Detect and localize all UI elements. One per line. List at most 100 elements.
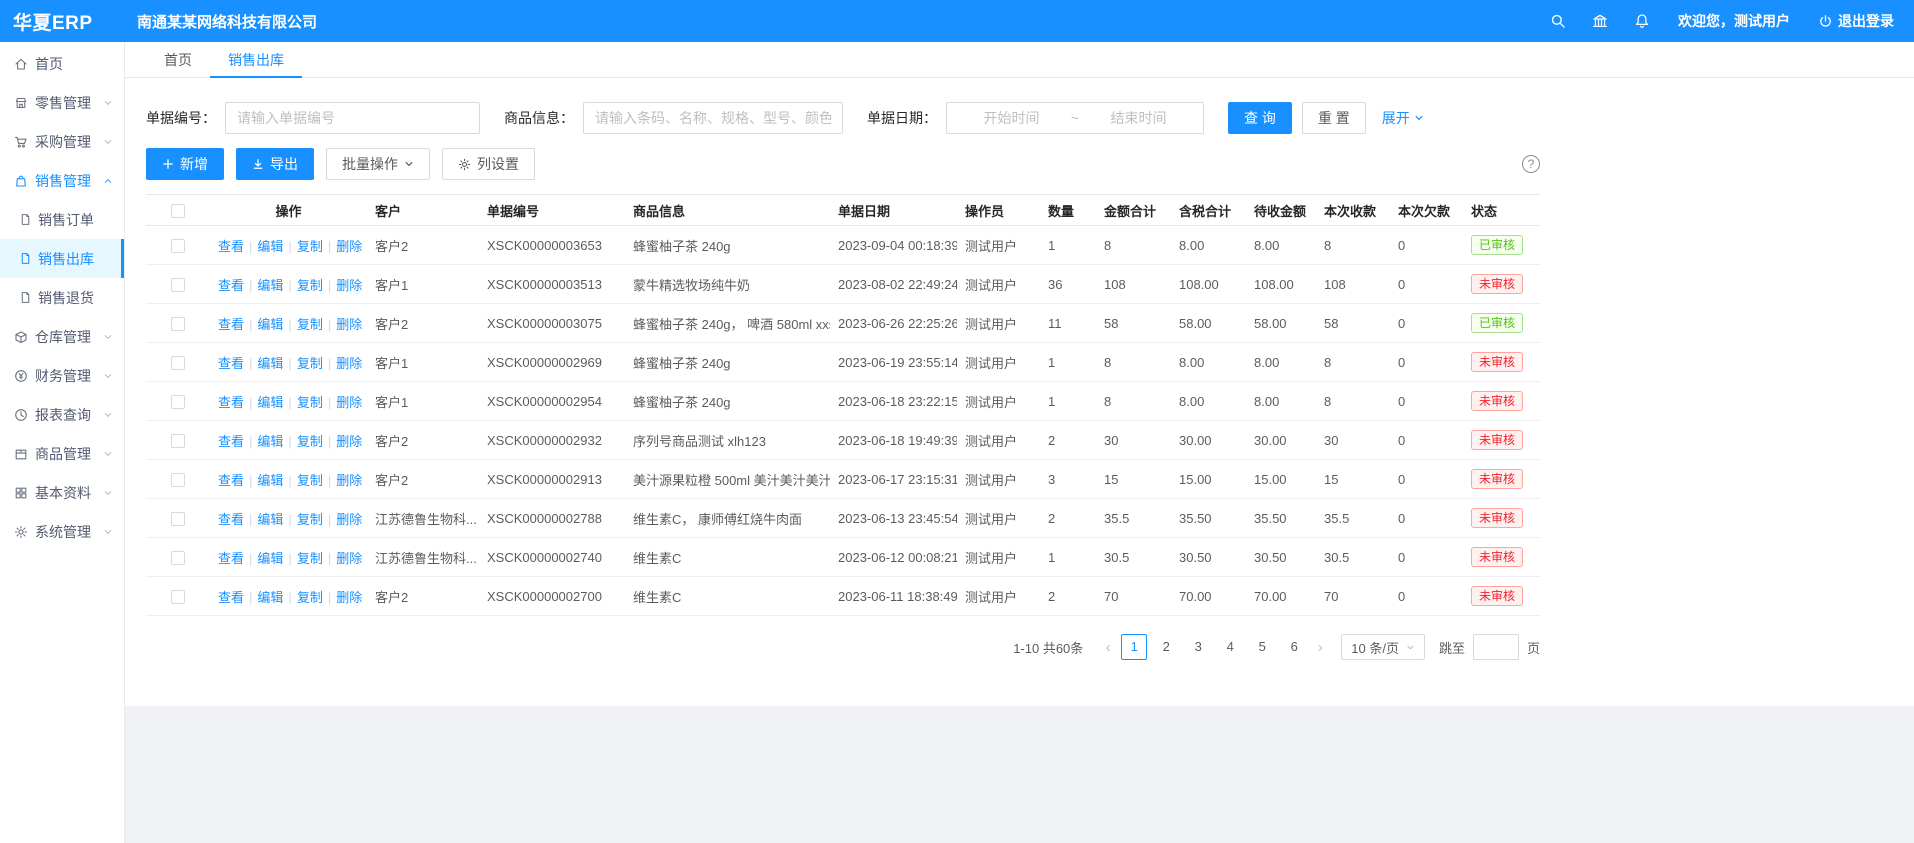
row-action-view[interactable]: 查看 [218,278,244,293]
row-checkbox[interactable] [171,434,185,448]
row-action-view[interactable]: 查看 [218,590,244,605]
export-button[interactable]: 导出 [236,148,314,180]
product-info-input[interactable] [583,102,843,134]
row-action-copy[interactable]: 复制 [297,395,323,410]
row-checkbox[interactable] [171,551,185,565]
page-button-3[interactable]: 3 [1185,634,1211,660]
sidebar-item-6[interactable]: 报表查询 [0,395,124,434]
row-action-view[interactable]: 查看 [218,551,244,566]
page-button-5[interactable]: 5 [1249,634,1275,660]
cell-tax-total: 35.50 [1171,499,1246,538]
reset-button[interactable]: 重 置 [1302,102,1366,134]
sidebar-subitem[interactable]: 销售退货 [0,278,124,317]
sidebar-item-0[interactable]: 首页 [0,44,124,83]
row-checkbox-cell [146,382,210,421]
search-icon[interactable] [1550,13,1566,29]
row-checkbox[interactable] [171,473,185,487]
row-checkbox[interactable] [171,590,185,604]
row-action-copy[interactable]: 复制 [297,278,323,293]
row-action-edit[interactable]: 编辑 [257,395,283,410]
next-page-button[interactable]: › [1309,639,1331,656]
row-action-edit[interactable]: 编辑 [257,356,283,371]
row-checkbox[interactable] [171,278,185,292]
action-separator: | [328,590,331,605]
chevron-down-icon [103,449,113,459]
page-button-2[interactable]: 2 [1153,634,1179,660]
platform-bank-icon[interactable] [1592,13,1608,29]
row-action-view[interactable]: 查看 [218,434,244,449]
row-action-delete[interactable]: 删除 [336,473,362,488]
page-button-6[interactable]: 6 [1281,634,1307,660]
sidebar-item-1[interactable]: 零售管理 [0,83,124,122]
select-all-checkbox[interactable] [171,204,185,218]
sidebar-item-2[interactable]: 采购管理 [0,122,124,161]
row-action-copy[interactable]: 复制 [297,317,323,332]
row-action-delete[interactable]: 删除 [336,317,362,332]
sidebar-subitem[interactable]: 销售订单 [0,200,124,239]
row-action-view[interactable]: 查看 [218,512,244,527]
row-checkbox[interactable] [171,512,185,526]
row-action-edit[interactable]: 编辑 [257,434,283,449]
row-action-delete[interactable]: 删除 [336,551,362,566]
row-checkbox[interactable] [171,395,185,409]
expand-toggle[interactable]: 展开 [1382,108,1424,128]
row-action-view[interactable]: 查看 [218,356,244,371]
row-action-delete[interactable]: 删除 [336,356,362,371]
page-size-select[interactable]: 10 条/页 [1341,634,1425,660]
row-action-edit[interactable]: 编辑 [257,278,283,293]
sidebar-item-9[interactable]: 系统管理 [0,512,124,551]
row-action-copy[interactable]: 复制 [297,512,323,527]
row-action-edit[interactable]: 编辑 [257,239,283,254]
tab-home[interactable]: 首页 [146,42,210,77]
row-action-view[interactable]: 查看 [218,239,244,254]
date-end-placeholder[interactable]: 结束时间 [1085,108,1192,128]
logout-button[interactable]: 退出登录 [1818,11,1894,31]
date-range-picker[interactable]: 开始时间 ~ 结束时间 [946,102,1204,134]
jump-page-input[interactable] [1473,634,1519,660]
batch-operation-button[interactable]: 批量操作 [326,148,430,180]
row-action-view[interactable]: 查看 [218,473,244,488]
row-checkbox[interactable] [171,356,185,370]
row-action-copy[interactable]: 复制 [297,239,323,254]
cell-operator: 测试用户 [957,304,1040,343]
row-checkbox[interactable] [171,317,185,331]
row-action-view[interactable]: 查看 [218,395,244,410]
row-action-edit[interactable]: 编辑 [257,512,283,527]
page-button-4[interactable]: 4 [1217,634,1243,660]
row-action-copy[interactable]: 复制 [297,356,323,371]
row-action-edit[interactable]: 编辑 [257,590,283,605]
row-action-delete[interactable]: 删除 [336,395,362,410]
search-button[interactable]: 查 询 [1228,102,1292,134]
page-button-1[interactable]: 1 [1121,634,1147,660]
row-action-delete[interactable]: 删除 [336,434,362,449]
row-action-delete[interactable]: 删除 [336,278,362,293]
chevron-down-icon [103,488,113,498]
prev-page-button[interactable]: ‹ [1097,639,1119,656]
sidebar-item-3[interactable]: 销售管理 [0,161,124,200]
sidebar-item-7[interactable]: 商品管理 [0,434,124,473]
row-action-copy[interactable]: 复制 [297,551,323,566]
row-action-edit[interactable]: 编辑 [257,551,283,566]
row-action-edit[interactable]: 编辑 [257,317,283,332]
row-action-copy[interactable]: 复制 [297,434,323,449]
page-numbers: 123456 [1121,634,1307,660]
date-start-placeholder[interactable]: 开始时间 [958,108,1065,128]
row-action-copy[interactable]: 复制 [297,590,323,605]
row-action-delete[interactable]: 删除 [336,512,362,527]
row-action-copy[interactable]: 复制 [297,473,323,488]
row-action-delete[interactable]: 删除 [336,590,362,605]
add-button[interactable]: 新增 [146,148,224,180]
notification-bell-icon[interactable] [1634,13,1650,29]
help-icon[interactable]: ? [1522,155,1540,173]
row-checkbox[interactable] [171,239,185,253]
sidebar-subitem[interactable]: 销售出库 [0,239,124,278]
sidebar-item-8[interactable]: 基本资料 [0,473,124,512]
row-action-delete[interactable]: 删除 [336,239,362,254]
tab-sales-outbound[interactable]: 销售出库 [210,42,302,77]
row-action-view[interactable]: 查看 [218,317,244,332]
sidebar-item-5[interactable]: 财务管理 [0,356,124,395]
column-settings-button[interactable]: 列设置 [442,148,535,180]
row-action-edit[interactable]: 编辑 [257,473,283,488]
sidebar-item-4[interactable]: 仓库管理 [0,317,124,356]
bill-no-input[interactable] [225,102,480,134]
